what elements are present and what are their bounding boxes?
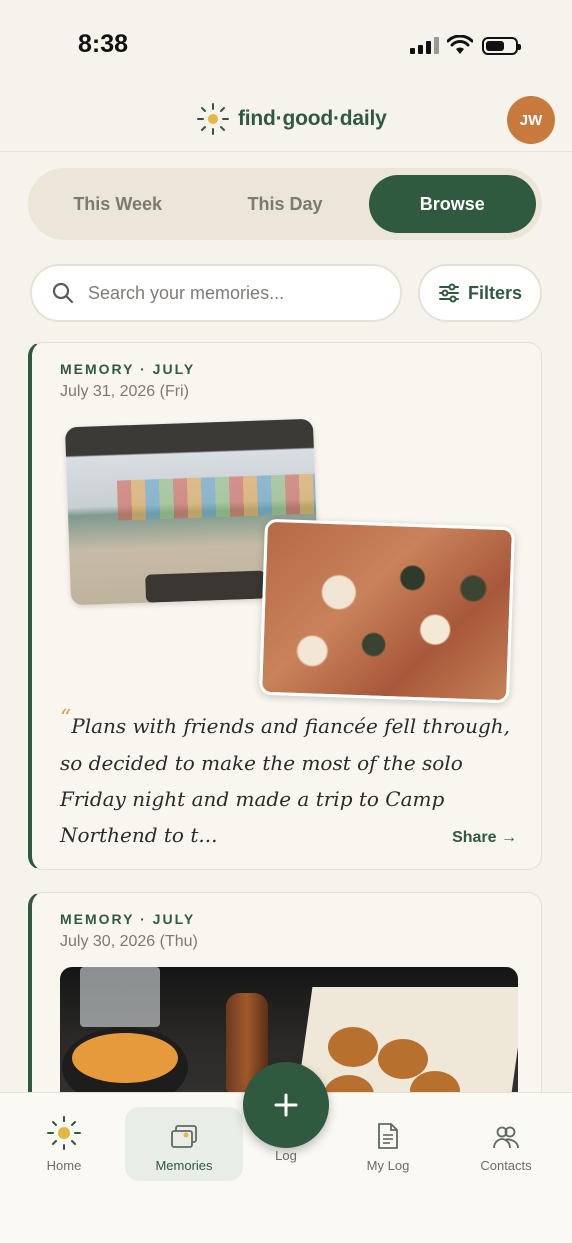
photo-bench (145, 570, 267, 603)
memory-kicker: MEMORY · JULY (60, 911, 196, 927)
tab-this-week[interactable]: This Week (34, 175, 201, 233)
nav-contacts[interactable]: Contacts (460, 1107, 552, 1181)
memory-date: July 31, 2026 (Fri) (60, 383, 189, 400)
view-segmented-control: This Week This Day Browse (28, 168, 542, 240)
sliders-icon (438, 283, 459, 303)
brand-name: find·good·daily (238, 107, 387, 130)
filters-button[interactable]: Filters (418, 264, 542, 322)
filters-label: Filters (467, 282, 523, 303)
nav-memories-label: Memories (155, 1158, 213, 1173)
search-icon (52, 282, 74, 304)
photo-canopy (116, 473, 319, 521)
memory-quote-text: Plans with friends and fiancée fell thro… (60, 714, 510, 847)
nav-home[interactable]: Home (14, 1107, 114, 1181)
photo-pretzel (378, 1039, 428, 1079)
brand-logo: find·good·daily (196, 102, 387, 136)
nav-log-label: Log (275, 1148, 297, 1163)
status-bar: 8:38 (0, 0, 572, 92)
share-button[interactable]: Share → (452, 829, 517, 847)
memory-kicker: MEMORY · JULY (60, 361, 196, 377)
app-header: find·good·daily JW (0, 92, 572, 152)
status-time: 8:38 (78, 30, 129, 58)
wifi-icon (447, 35, 473, 54)
search-box (30, 264, 402, 322)
cellular-signal-icon (410, 37, 439, 54)
nav-my-log[interactable]: My Log (340, 1107, 436, 1181)
nav-home-label: Home (46, 1158, 82, 1173)
nav-memories[interactable]: Memories (125, 1107, 243, 1181)
memory-card[interactable]: MEMORY · JULY July 31, 2026 (Fri) “Plans… (28, 342, 542, 870)
photo-pretzel (328, 1027, 378, 1067)
contacts-icon (493, 1126, 519, 1149)
nav-contacts-label: Contacts (480, 1158, 532, 1173)
document-icon (378, 1123, 398, 1149)
memory-photo-pizza[interactable] (259, 518, 515, 704)
sun-logo-icon (197, 103, 229, 135)
nav-my-log-label: My Log (366, 1158, 410, 1173)
photo-soup (72, 1033, 178, 1083)
search-input[interactable] (88, 282, 368, 304)
memory-date: July 30, 2026 (Thu) (60, 933, 198, 950)
battery-icon (482, 37, 521, 55)
plus-icon (274, 1093, 298, 1117)
tab-this-day[interactable]: This Day (201, 175, 368, 233)
quote-mark-icon: “ (60, 706, 72, 731)
tab-browse[interactable]: Browse (368, 175, 536, 233)
log-add-button[interactable] (243, 1062, 329, 1148)
photo-glass (80, 967, 160, 1027)
memories-icon (171, 1125, 197, 1148)
avatar[interactable]: JW (507, 96, 555, 144)
sun-icon (47, 1116, 81, 1150)
